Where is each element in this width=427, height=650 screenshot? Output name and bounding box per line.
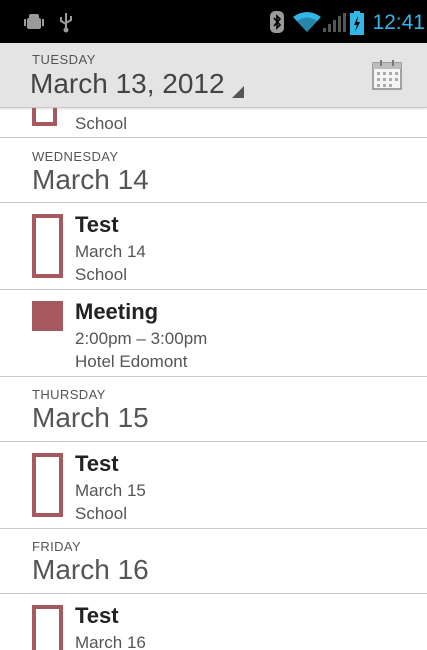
event-color-swatch [32,605,63,650]
header-date: March 13, 2012 [30,68,225,99]
battery-charging-icon [350,11,364,40]
event-location: School [75,504,127,523]
event-color-swatch [32,453,63,517]
list-item[interactable]: Test March 16 [0,594,427,650]
event-time: 2:00pm – 3:00pm [75,329,208,348]
event-location: School [75,114,127,133]
event-title: Test [75,212,119,237]
event-title: Test [75,451,119,476]
day-of-week-label: FRIDAY [32,539,82,554]
usb-icon [58,11,74,38]
divider [0,137,427,138]
day-of-week-label: WEDNESDAY [32,149,119,164]
day-of-week-label: THURSDAY [32,387,106,402]
day-date-label: March 16 [32,554,149,585]
android-debug-icon [23,12,45,37]
status-time: 12:41 [372,11,425,34]
event-title: Test [75,603,119,628]
go-to-today-button[interactable] [371,59,403,91]
signal-icon [323,13,347,38]
dropdown-indicator-icon [232,85,244,103]
header-day-of-week: TUESDAY [32,52,96,67]
list-item[interactable]: School [0,108,427,137]
event-color-swatch [32,214,63,278]
status-bar: 12:41 [0,0,427,43]
day-date-label: March 15 [32,402,149,433]
agenda-list[interactable]: School WEDNESDAY March 14 Test March 14 … [0,108,427,650]
bluetooth-icon [270,11,284,38]
wifi-icon [292,11,322,38]
event-color-swatch [32,108,57,126]
event-title: Meeting [75,299,159,324]
event-location: School [75,265,127,284]
divider [0,528,427,529]
event-time: March 16 [75,633,146,650]
event-time: March 15 [75,481,146,500]
event-location: Hotel Edomont [75,352,188,371]
divider [0,376,427,377]
list-item[interactable]: Meeting 2:00pm – 3:00pm Hotel Edomont [0,290,427,376]
list-item[interactable]: Test March 15 School [0,442,427,528]
calendar-icon [371,60,403,95]
event-color-swatch [32,301,63,331]
event-time: March 14 [75,242,146,261]
date-header[interactable]: TUESDAY March 13, 2012 [0,43,427,108]
day-date-label: March 14 [32,164,149,195]
list-item[interactable]: Test March 14 School [0,203,427,289]
